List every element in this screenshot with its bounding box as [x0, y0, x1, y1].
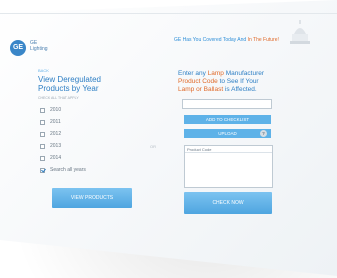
- title-highlight: Lamp or Ballast: [178, 86, 224, 93]
- upload-button[interactable]: UPLOAD: [184, 129, 271, 138]
- right-title-line-1: Enter any Lamp Manufacturer: [178, 70, 308, 78]
- title-highlight: Product Code: [178, 78, 218, 85]
- product-code-input[interactable]: [182, 99, 272, 109]
- view-products-button[interactable]: VIEW PRODUCTS: [52, 188, 132, 208]
- right-title-line-3: Lamp or Ballast is Affected.: [178, 86, 308, 94]
- year-list: 2010 2011 2012 2013 2014 Search all year…: [40, 104, 140, 176]
- title-word: to See If Your: [219, 78, 259, 85]
- tagline-highlight: In The Future!: [247, 37, 279, 43]
- left-title: View Deregulated Products by Year: [38, 75, 148, 93]
- year-label: 2011: [50, 119, 61, 125]
- year-label: 2010: [50, 107, 62, 113]
- check-all-hint: CHECK ALL THAT APPLY: [38, 96, 79, 100]
- check-now-button[interactable]: CHECK NOW: [184, 192, 272, 214]
- left-title-line-1: View Deregulated: [38, 75, 102, 84]
- year-option-2013[interactable]: 2013: [40, 140, 140, 152]
- title-word: Enter any: [178, 70, 206, 77]
- product-code-list[interactable]: Product Code: [184, 145, 273, 188]
- year-option-2010[interactable]: 2010: [40, 104, 140, 116]
- title-word: Manufacturer: [225, 70, 265, 77]
- year-option-2012[interactable]: 2012: [40, 128, 140, 140]
- checkbox-checked[interactable]: [40, 167, 45, 173]
- help-icon[interactable]: ?: [260, 130, 267, 137]
- year-option-all[interactable]: Search all years: [40, 164, 140, 176]
- product-code-header: Product Code: [185, 146, 272, 153]
- brand-line-2: Lighting: [30, 46, 48, 52]
- title-word: is Affected.: [224, 86, 257, 93]
- add-to-checklist-button[interactable]: ADD TO CHECKLIST: [184, 115, 271, 124]
- year-label: 2014: [50, 155, 62, 161]
- header-tagline: GE Has You Covered Today And In The Futu…: [174, 37, 279, 43]
- checkbox[interactable]: [40, 143, 45, 149]
- title-highlight: Lamp: [207, 70, 224, 77]
- back-link[interactable]: BACK: [38, 68, 49, 73]
- year-option-2011[interactable]: 2011: [40, 116, 140, 128]
- top-divider: [0, 13, 337, 14]
- right-title: Enter any Lamp Manufacturer Product Code…: [178, 70, 308, 94]
- left-title-line-2: Products by Year: [38, 84, 99, 93]
- right-title-line-2: Product Code to See If Your: [178, 78, 308, 86]
- checkbox[interactable]: [40, 155, 45, 161]
- capitol-building-icon: [290, 20, 310, 44]
- or-divider: OR: [150, 144, 156, 149]
- checkbox[interactable]: [40, 131, 45, 137]
- year-label: Search all years: [50, 167, 86, 173]
- brand-name: GE Lighting: [30, 40, 48, 52]
- year-label: 2012: [50, 131, 62, 137]
- year-option-2014[interactable]: 2014: [40, 152, 140, 164]
- year-label: 2013: [50, 143, 62, 149]
- checkbox[interactable]: [40, 107, 45, 113]
- page-panel: GE GE Lighting GE Has You Covered Today …: [0, 0, 337, 276]
- ge-logo-icon[interactable]: GE: [10, 40, 26, 56]
- checkbox[interactable]: [40, 119, 45, 125]
- tagline-main: GE Has You Covered Today And: [174, 37, 247, 43]
